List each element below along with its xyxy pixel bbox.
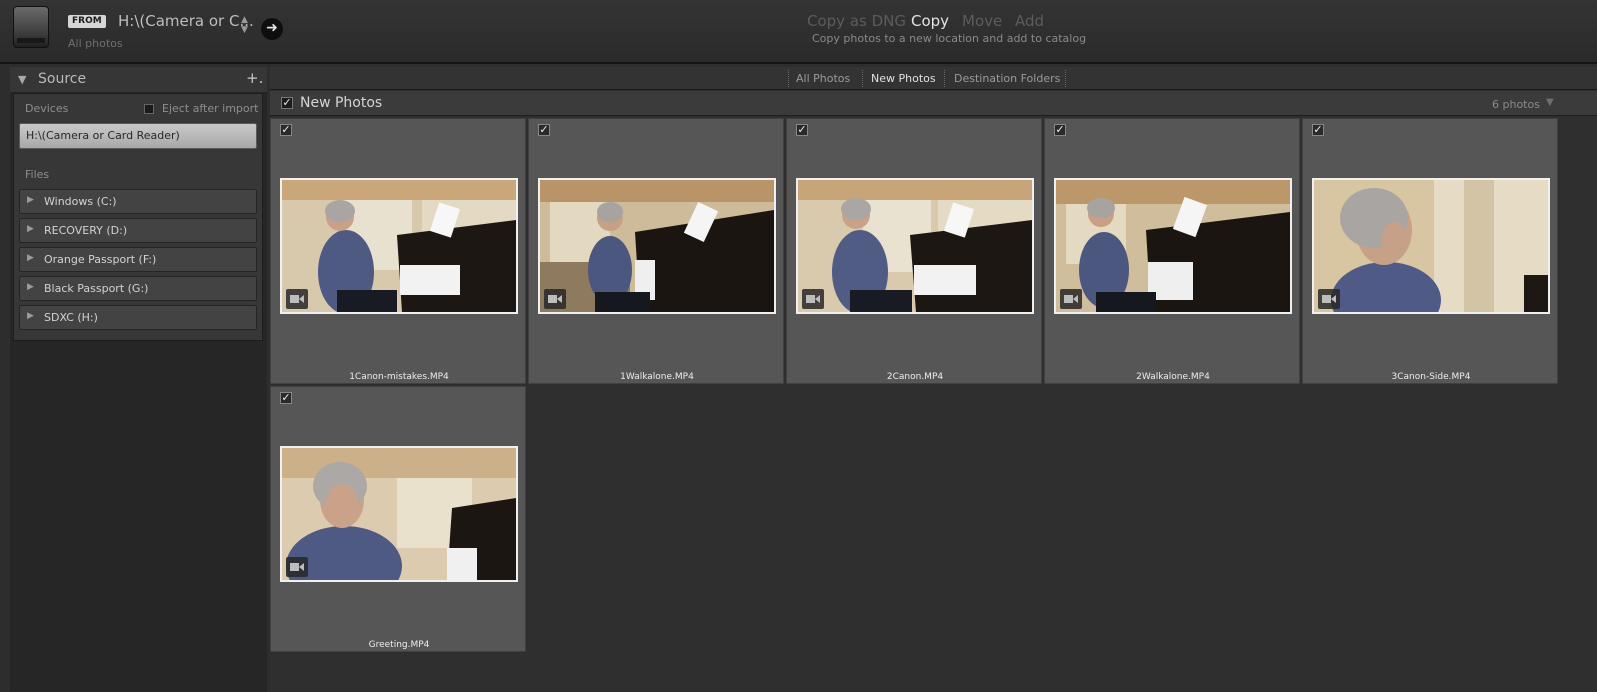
collapse-triangle-icon[interactable]: ▼ xyxy=(18,73,26,86)
photo-cell[interactable]: ✓ Greeting.MP4 xyxy=(270,386,526,652)
photo-checkbox[interactable]: ✓ xyxy=(796,124,808,136)
expand-triangle-icon[interactable]: ▶ xyxy=(27,224,34,234)
eject-after-import-label[interactable]: Eject after import xyxy=(162,102,258,115)
filter-bar: All Photos New Photos Destination Folder… xyxy=(270,67,1597,90)
expand-triangle-icon[interactable]: ▶ xyxy=(27,253,34,263)
divider xyxy=(788,70,789,87)
device-item-camera-card-reader[interactable]: H:\(Camera or Card Reader) xyxy=(19,123,257,149)
photo-cell[interactable]: ✓ 3Canon-Side.MP4 xyxy=(1302,118,1558,384)
files-label: Files xyxy=(25,168,50,181)
filter-all-photos[interactable]: All Photos xyxy=(796,72,850,85)
source-subtitle: All photos xyxy=(68,37,123,50)
photo-filename: 1Walkalone.MP4 xyxy=(620,372,694,382)
volume-label: SDXC (H:) xyxy=(44,311,98,324)
volume-label: Orange Passport (F:) xyxy=(44,253,157,266)
divider xyxy=(1065,70,1066,87)
volume-item[interactable]: ▶ RECOVERY (D:) xyxy=(19,218,257,243)
video-thumbnail[interactable] xyxy=(796,178,1034,314)
import-window: FROM H:\(Camera or C... ▲ ▼ All photos ➜ … xyxy=(0,0,1597,692)
volume-label: RECOVERY (D:) xyxy=(44,224,128,237)
video-thumbnail[interactable] xyxy=(1312,178,1550,314)
mode-copy-as-dng[interactable]: Copy as DNG xyxy=(807,12,906,30)
photo-checkbox[interactable]: ✓ xyxy=(538,124,550,136)
photo-count: 6 photos xyxy=(1492,98,1540,111)
photo-filename: Greeting.MP4 xyxy=(368,640,430,650)
video-thumbnail[interactable] xyxy=(280,178,518,314)
expand-triangle-icon[interactable]: ▶ xyxy=(27,311,34,321)
expand-triangle-icon[interactable]: ▶ xyxy=(27,195,34,205)
volume-item[interactable]: ▶ SDXC (H:) xyxy=(19,305,257,330)
video-camera-icon xyxy=(286,557,308,577)
hard-drive-icon xyxy=(13,6,49,48)
video-thumbnail[interactable] xyxy=(280,446,518,582)
devices-label: Devices xyxy=(25,102,69,115)
filter-new-photos[interactable]: New Photos xyxy=(871,72,936,85)
photo-checkbox[interactable]: ✓ xyxy=(1312,124,1324,136)
mode-copy[interactable]: Copy xyxy=(911,12,949,30)
source-panel-header[interactable]: ▼ Source +. xyxy=(10,67,267,92)
import-mode-bar: Copy as DNG Copy Move Add xyxy=(807,12,1080,34)
photo-filename: 2Canon.MP4 xyxy=(886,372,944,382)
source-selector[interactable]: H:\(Camera or C... xyxy=(118,12,254,30)
expand-triangle-icon[interactable]: ▶ xyxy=(27,282,34,292)
source-list: Devices Eject after import H:\(Camera or… xyxy=(13,93,263,341)
volume-label: Windows (C:) xyxy=(44,195,117,208)
photo-checkbox[interactable]: ✓ xyxy=(280,124,292,136)
divider xyxy=(944,70,945,87)
video-thumbnail[interactable] xyxy=(538,178,776,314)
sort-triangle-icon[interactable]: ▼ xyxy=(1546,97,1554,108)
divider xyxy=(862,70,863,87)
photo-cell[interactable]: ✓ 1Walkalone.MP4 xyxy=(528,118,784,384)
from-badge: FROM xyxy=(68,15,106,28)
volume-item[interactable]: ▶ Orange Passport (F:) xyxy=(19,247,257,272)
photo-filename: 1Canon-mistakes.MP4 xyxy=(349,372,449,382)
source-panel: ▼ Source +. Devices Eject after import H… xyxy=(10,67,267,692)
mode-description: Copy photos to a new location and add to… xyxy=(812,32,1087,45)
arrow-right-icon[interactable]: ➜ xyxy=(261,18,283,40)
photo-filename: 3Canon-Side.MP4 xyxy=(1391,372,1471,382)
filter-destination-folders[interactable]: Destination Folders xyxy=(954,72,1060,85)
photo-cell[interactable]: ✓ 2Canon.MP4 xyxy=(786,118,1042,384)
video-camera-icon xyxy=(1318,289,1340,309)
video-camera-icon xyxy=(1060,289,1082,309)
photo-filename: 2Walkalone.MP4 xyxy=(1136,372,1210,382)
photo-grid-area: All Photos New Photos Destination Folder… xyxy=(270,67,1597,692)
photo-checkbox[interactable]: ✓ xyxy=(280,392,292,404)
video-camera-icon xyxy=(802,289,824,309)
eject-after-import-checkbox[interactable] xyxy=(144,104,154,114)
select-all-checkbox[interactable]: ✓ xyxy=(281,97,293,109)
import-top-bar: FROM H:\(Camera or C... ▲ ▼ All photos ➜ … xyxy=(0,0,1597,64)
add-source-icon[interactable]: +. xyxy=(246,69,263,87)
section-title: New Photos xyxy=(300,95,383,111)
video-camera-icon xyxy=(544,289,566,309)
volume-label: Black Passport (G:) xyxy=(44,282,149,295)
video-thumbnail[interactable] xyxy=(1054,178,1292,314)
up-down-chevron-icon[interactable]: ▲ ▼ xyxy=(241,15,248,35)
source-panel-title: Source xyxy=(38,71,87,87)
photo-checkbox[interactable]: ✓ xyxy=(1054,124,1066,136)
grid-section-header: ✓ New Photos 6 photos ▼ xyxy=(270,91,1597,116)
photo-cell[interactable]: ✓ 2Walkalone.MP4 xyxy=(1044,118,1300,384)
mode-add[interactable]: Add xyxy=(1015,12,1044,30)
photo-cell[interactable]: ✓ 1Canon-mistakes.MP4 xyxy=(270,118,526,384)
volume-item[interactable]: ▶ Windows (C:) xyxy=(19,189,257,214)
video-camera-icon xyxy=(286,289,308,309)
mode-move[interactable]: Move xyxy=(962,12,1002,30)
volume-item[interactable]: ▶ Black Passport (G:) xyxy=(19,276,257,301)
